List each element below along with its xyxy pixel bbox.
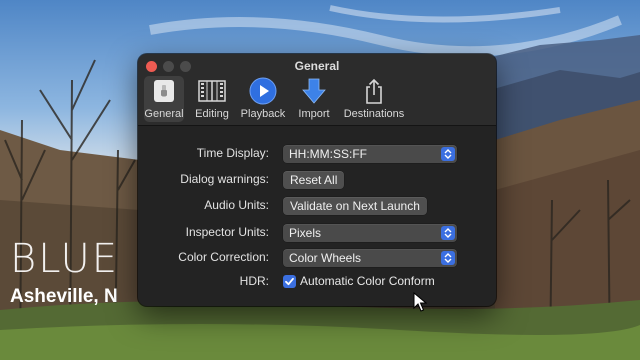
hdr-row: HDR: Automatic Color Conform: [138, 273, 496, 291]
tab-import[interactable]: Import: [296, 76, 332, 122]
mouse-cursor-icon: [413, 292, 427, 312]
download-arrow-icon: [302, 78, 326, 104]
tab-general-label: General: [144, 108, 184, 120]
time-display-row: Time Display: HH:MM:SS:FF: [138, 145, 496, 163]
inspector-units-value: Pixels: [289, 226, 322, 240]
chevron-updown-icon: [441, 226, 455, 240]
film-strip-icon: [198, 80, 226, 102]
tab-playback-label: Playback: [240, 108, 286, 120]
tab-destinations-label: Destinations: [343, 108, 405, 120]
tab-editing[interactable]: Editing: [194, 76, 230, 122]
inspector-units-popup[interactable]: Pixels: [283, 224, 457, 242]
tab-import-label: Import: [298, 108, 330, 120]
tab-destinations[interactable]: Destinations: [343, 76, 405, 122]
checkmark-icon: [285, 277, 294, 286]
window-title: General: [294, 59, 340, 73]
audio-units-row: Audio Units: Validate on Next Launch: [138, 197, 496, 215]
tab-playback[interactable]: Playback: [240, 76, 286, 122]
color-correction-popup[interactable]: Color Wheels: [283, 249, 457, 267]
auto-color-conform-label: Automatic Color Conform: [300, 274, 435, 288]
dialog-warnings-label: Dialog warnings:: [180, 172, 269, 186]
validate-audio-units-button[interactable]: Validate on Next Launch: [283, 197, 427, 215]
general-switch-icon: [154, 80, 174, 102]
play-circle-icon: [249, 77, 277, 105]
color-correction-row: Color Correction: Color Wheels: [138, 249, 496, 267]
color-correction-label: Color Correction:: [178, 250, 269, 264]
audio-units-label: Audio Units:: [204, 198, 269, 212]
hdr-label: HDR:: [239, 274, 269, 288]
time-display-popup[interactable]: HH:MM:SS:FF: [283, 145, 457, 163]
share-icon: [366, 78, 382, 104]
time-display-value: HH:MM:SS:FF: [289, 147, 367, 161]
chevron-updown-icon: [441, 251, 455, 265]
window-toolbar: General General Editing Playback Import …: [138, 54, 496, 126]
auto-color-conform-checkbox[interactable]: [283, 275, 296, 288]
tab-editing-label: Editing: [195, 108, 229, 120]
reset-all-button[interactable]: Reset All: [283, 171, 345, 189]
tab-general[interactable]: General: [144, 76, 184, 122]
preferences-window: General General Editing Playback Import …: [138, 54, 496, 306]
inspector-units-label: Inspector Units:: [185, 225, 269, 239]
time-display-label: Time Display:: [196, 146, 269, 160]
dialog-warnings-row: Dialog warnings: Reset All: [138, 171, 496, 189]
video-subtitle-overlay: Asheville, N: [10, 286, 118, 307]
color-correction-value: Color Wheels: [289, 251, 362, 265]
chevron-updown-icon: [441, 147, 455, 161]
inspector-units-row: Inspector Units: Pixels: [138, 224, 496, 242]
